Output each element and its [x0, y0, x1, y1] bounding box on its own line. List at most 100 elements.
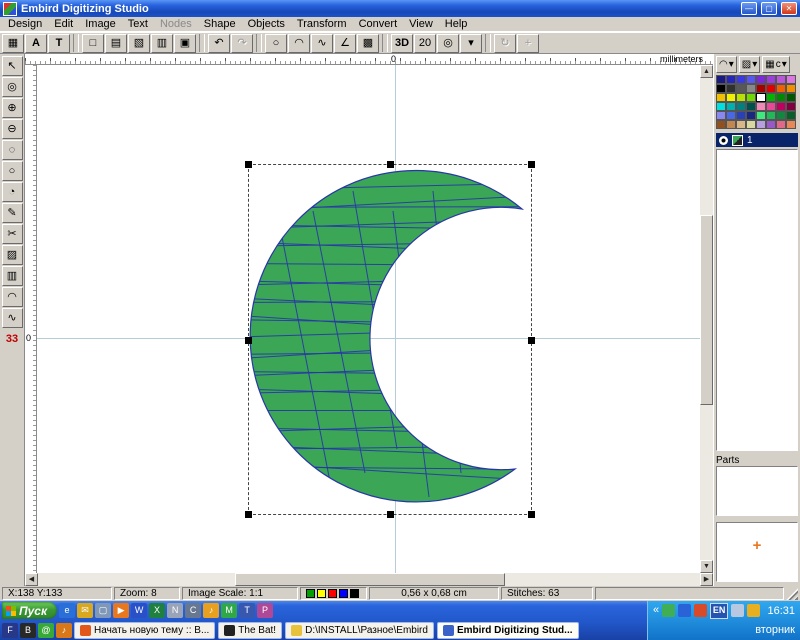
- undo-button[interactable]: ↶: [208, 34, 230, 53]
- palette-color[interactable]: [756, 84, 766, 93]
- quicklaunch-commander-icon[interactable]: T: [239, 603, 255, 618]
- quicklaunch-word-icon[interactable]: W: [131, 603, 147, 618]
- view-3d-button[interactable]: 3D: [391, 34, 413, 53]
- palette-color[interactable]: [776, 102, 786, 111]
- parameters-button[interactable]: ▾: [460, 34, 482, 53]
- magnify-plus-tool[interactable]: ⊕: [2, 98, 23, 118]
- palette-color[interactable]: [716, 111, 726, 120]
- quicklaunch-excel-icon[interactable]: X: [149, 603, 165, 618]
- palette-color[interactable]: [736, 102, 746, 111]
- palette-color[interactable]: [766, 84, 776, 93]
- selection-handle[interactable]: [528, 511, 535, 518]
- export-button[interactable]: ▣: [174, 34, 196, 53]
- preview-panel[interactable]: +: [716, 522, 798, 582]
- palette-color[interactable]: [776, 75, 786, 84]
- selection-box[interactable]: [248, 164, 532, 515]
- menu-transform[interactable]: Transform: [291, 17, 353, 31]
- palette-color[interactable]: [716, 84, 726, 93]
- palette-color[interactable]: [766, 102, 776, 111]
- sfumato-tool[interactable]: ▨: [2, 245, 23, 265]
- save-button[interactable]: ▥: [151, 34, 173, 53]
- palette-color[interactable]: [746, 111, 756, 120]
- scroll-down-icon[interactable]: ▼: [700, 560, 713, 573]
- manual-stitch-tool[interactable]: ∿: [2, 308, 23, 328]
- palette-color[interactable]: [746, 75, 756, 84]
- menu-shape[interactable]: Shape: [198, 17, 242, 31]
- task-button[interactable]: The Bat!: [218, 622, 282, 639]
- stitch-density-button[interactable]: 20: [414, 34, 436, 53]
- tray-volume-icon[interactable]: [731, 604, 744, 617]
- scroll-left-icon[interactable]: ◀: [25, 573, 38, 586]
- selection-handle[interactable]: [528, 161, 535, 168]
- resize-grip[interactable]: [786, 588, 798, 600]
- menu-help[interactable]: Help: [439, 17, 474, 31]
- palette-color[interactable]: [716, 102, 726, 111]
- palette-color[interactable]: [766, 120, 776, 129]
- selection-handle[interactable]: [245, 337, 252, 344]
- maximize-button[interactable]: ▢: [761, 2, 777, 15]
- arc-button[interactable]: ◠: [288, 34, 310, 53]
- parts-panel[interactable]: [716, 466, 798, 516]
- selection-handle[interactable]: [387, 511, 394, 518]
- zoom-button[interactable]: ◎: [437, 34, 459, 53]
- menu-design[interactable]: Design: [2, 17, 48, 31]
- palette-color[interactable]: [716, 75, 726, 84]
- palette-color[interactable]: [786, 75, 796, 84]
- selection-handle[interactable]: [245, 511, 252, 518]
- taskbar-far-icon[interactable]: F: [2, 623, 18, 638]
- scroll-up-icon[interactable]: ▲: [700, 65, 713, 78]
- outline-style-combo[interactable]: ◠ ▾: [716, 56, 737, 73]
- tray-scheduler-icon[interactable]: [747, 604, 760, 617]
- visibility-eye-icon[interactable]: [719, 136, 728, 145]
- quicklaunch-calc-icon[interactable]: C: [185, 603, 201, 618]
- palette-color[interactable]: [786, 93, 796, 102]
- palette-color[interactable]: [726, 84, 736, 93]
- object-list-row[interactable]: 1: [716, 133, 798, 147]
- menu-image[interactable]: Image: [79, 17, 122, 31]
- selection-handle[interactable]: [245, 161, 252, 168]
- selection-handle[interactable]: [387, 161, 394, 168]
- palette-color[interactable]: [726, 102, 736, 111]
- quicklaunch-paint-icon[interactable]: P: [257, 603, 273, 618]
- task-button[interactable]: Начать новую тему :: В...: [74, 622, 215, 639]
- ellipse-tool[interactable]: ○: [2, 161, 23, 181]
- palette-color[interactable]: [726, 75, 736, 84]
- taskbar-bat-icon[interactable]: B: [20, 623, 36, 638]
- magnify-minus-tool[interactable]: ⊖: [2, 119, 23, 139]
- menu-edit[interactable]: Edit: [48, 17, 79, 31]
- palette-color[interactable]: [776, 120, 786, 129]
- palette-color[interactable]: [736, 120, 746, 129]
- palette-color[interactable]: [746, 93, 756, 102]
- horizontal-scrollbar[interactable]: ◀ ▶: [25, 573, 713, 586]
- palette-color[interactable]: [726, 111, 736, 120]
- new-button[interactable]: □: [82, 34, 104, 53]
- vertical-scrollbar[interactable]: ▲ ▼: [700, 65, 713, 573]
- palette-color[interactable]: [776, 84, 786, 93]
- angle-button[interactable]: ∠: [334, 34, 356, 53]
- text-button[interactable]: T: [48, 34, 70, 53]
- quicklaunch-mail-icon[interactable]: ✉: [77, 603, 93, 618]
- palette-color[interactable]: [766, 111, 776, 120]
- quicklaunch-media-icon[interactable]: ▶: [113, 603, 129, 618]
- thread-catalog-combo[interactable]: ▦ c ▾: [762, 56, 789, 73]
- palette-color[interactable]: [776, 93, 786, 102]
- design-canvas[interactable]: [37, 65, 700, 573]
- palette-color[interactable]: [716, 93, 726, 102]
- palette-color[interactable]: [736, 84, 746, 93]
- selection-handle[interactable]: [528, 337, 535, 344]
- menu-view[interactable]: View: [403, 17, 439, 31]
- palette-color[interactable]: [786, 120, 796, 129]
- fill-style-combo[interactable]: ▨ ▾: [739, 56, 760, 73]
- close-button[interactable]: ✕: [781, 2, 797, 15]
- palette-color[interactable]: [736, 75, 746, 84]
- palette-color[interactable]: [746, 120, 756, 129]
- palette-color[interactable]: [786, 84, 796, 93]
- curve-tool[interactable]: ◠: [2, 287, 23, 307]
- select-tool[interactable]: ↖: [2, 56, 23, 76]
- palette-color[interactable]: [746, 84, 756, 93]
- palette-color[interactable]: [786, 111, 796, 120]
- open-button[interactable]: ▤: [105, 34, 127, 53]
- quicklaunch-ie-icon[interactable]: e: [59, 603, 75, 618]
- palette-color[interactable]: [726, 93, 736, 102]
- taskbar-icq-icon[interactable]: @: [38, 623, 54, 638]
